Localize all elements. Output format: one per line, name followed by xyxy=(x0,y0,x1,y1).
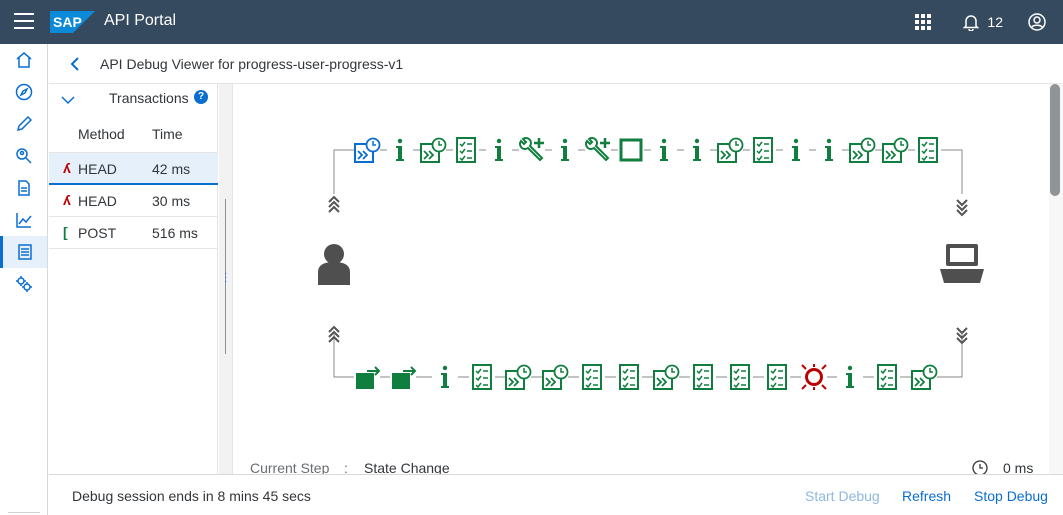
compass-icon[interactable] xyxy=(0,76,47,108)
method-column-header[interactable]: Method xyxy=(78,126,125,142)
checklist-policy-icon[interactable] xyxy=(579,364,605,390)
checklist-policy-icon[interactable] xyxy=(690,364,716,390)
help-icon[interactable]: ? xyxy=(194,90,208,104)
notification-count[interactable]: 12 xyxy=(987,14,1003,30)
bell-icon[interactable] xyxy=(959,10,983,34)
menu-icon[interactable] xyxy=(14,13,34,31)
transaction-time: 30 ms xyxy=(152,193,191,209)
sap-logo: SAP xyxy=(50,11,95,33)
checklist-policy-icon[interactable] xyxy=(750,137,776,163)
info-policy-icon[interactable] xyxy=(432,364,458,390)
history-clock-icon xyxy=(972,460,988,474)
transactions-panel: Transactions ? Method Time ʎ HEAD 42 ms … xyxy=(49,84,218,474)
checklist-nav-icon[interactable] xyxy=(0,236,47,268)
brand-text: SAP xyxy=(53,14,82,30)
stop-debug-button[interactable]: Stop Debug xyxy=(974,488,1048,504)
client-person-icon[interactable] xyxy=(318,244,350,285)
search-people-icon[interactable] xyxy=(0,140,47,172)
page-title: API Debug Viewer for progress-user-progr… xyxy=(100,56,404,72)
flow-arrow-policy-icon[interactable] xyxy=(354,364,381,390)
transaction-row[interactable]: [ POST 516 ms xyxy=(49,217,218,249)
start-debug-button[interactable]: Start Debug xyxy=(805,488,880,504)
settings-icon[interactable] xyxy=(0,268,47,300)
clock-policy-policy-icon[interactable] xyxy=(849,137,876,163)
current-step-colon: : xyxy=(344,460,348,474)
elapsed-time: 0 ms xyxy=(1003,460,1034,474)
transaction-time: 516 ms xyxy=(152,225,198,241)
analytics-icon[interactable] xyxy=(0,204,47,236)
nav-divider xyxy=(8,512,40,513)
checklist-policy-icon[interactable] xyxy=(453,137,479,163)
pencil-icon[interactable] xyxy=(0,108,47,140)
info-policy-icon[interactable] xyxy=(783,137,809,163)
response-path-line xyxy=(333,334,963,378)
error-status-icon: ʎ xyxy=(63,192,71,208)
checklist-policy-icon[interactable] xyxy=(469,364,495,390)
checklist-policy-icon[interactable] xyxy=(727,364,753,390)
transaction-method: HEAD xyxy=(78,161,117,177)
transaction-row[interactable]: ʎ HEAD 42 ms xyxy=(49,153,218,185)
chevron-down-icon[interactable] xyxy=(61,93,75,107)
info-policy-icon[interactable] xyxy=(552,137,578,163)
clock-policy-policy-icon[interactable] xyxy=(354,137,381,163)
refresh-button[interactable]: Refresh xyxy=(902,488,951,504)
back-arrow-icon[interactable] xyxy=(67,55,85,73)
home-icon[interactable] xyxy=(0,44,47,76)
debug-session-message: Debug session ends in 8 mins 45 secs xyxy=(72,488,311,504)
error-target-policy-icon[interactable] xyxy=(801,364,827,390)
shell-actions: 12 xyxy=(911,10,1049,34)
info-policy-icon[interactable] xyxy=(651,137,677,163)
debug-flow-canvas: Current Step : State Change 0 ms xyxy=(234,84,1049,474)
transactions-title: Transactions xyxy=(109,90,189,106)
laptop-icon[interactable] xyxy=(940,244,984,283)
current-step-value: State Change xyxy=(364,460,450,474)
vertical-scrollbar[interactable] xyxy=(1049,84,1063,474)
clock-policy-policy-icon[interactable] xyxy=(653,364,680,390)
tool-plus-policy-icon[interactable] xyxy=(519,137,545,163)
flow-arrow-policy-icon[interactable] xyxy=(390,364,417,390)
transaction-time: 42 ms xyxy=(152,161,191,177)
app-title: API Portal xyxy=(104,12,177,29)
flow-diagram xyxy=(318,137,984,390)
info-policy-icon[interactable] xyxy=(486,137,512,163)
transaction-row[interactable]: ʎ HEAD 30 ms xyxy=(49,185,218,217)
user-avatar-icon[interactable] xyxy=(1025,10,1049,34)
clock-policy-policy-icon[interactable] xyxy=(911,364,938,390)
footer-bar: Debug session ends in 8 mins 45 secs Sta… xyxy=(49,474,1063,515)
clock-policy-policy-icon[interactable] xyxy=(717,137,744,163)
transaction-method: POST xyxy=(78,225,117,241)
checklist-policy-icon[interactable] xyxy=(874,364,900,390)
checklist-policy-icon[interactable] xyxy=(616,364,642,390)
info-policy-icon[interactable] xyxy=(684,137,710,163)
clock-policy-policy-icon[interactable] xyxy=(882,137,909,163)
tool-plus-policy-icon[interactable] xyxy=(585,137,611,163)
clock-policy-policy-icon[interactable] xyxy=(505,364,532,390)
info-policy-icon[interactable] xyxy=(837,364,863,390)
scrollbar-thumb[interactable] xyxy=(1050,84,1060,196)
success-status-icon: [ xyxy=(63,224,68,240)
square-policy-icon[interactable] xyxy=(618,137,644,163)
panel-splitter[interactable]: · · · xyxy=(219,84,233,474)
transaction-method: HEAD xyxy=(78,193,117,209)
clock-policy-policy-icon[interactable] xyxy=(420,137,447,163)
app-grid-icon[interactable] xyxy=(911,10,935,34)
time-column-header[interactable]: Time xyxy=(152,126,183,142)
splitter-grip-icon[interactable]: · · · xyxy=(224,269,227,287)
clock-policy-policy-icon[interactable] xyxy=(542,364,569,390)
info-policy-icon[interactable] xyxy=(816,137,842,163)
checklist-policy-icon[interactable] xyxy=(915,137,941,163)
document-icon[interactable] xyxy=(0,172,47,204)
side-navigation xyxy=(0,44,48,515)
page-header: API Debug Viewer for progress-user-progr… xyxy=(49,44,1063,84)
current-step-label: Current Step xyxy=(250,460,330,474)
info-policy-icon[interactable] xyxy=(387,137,413,163)
checklist-policy-icon[interactable] xyxy=(764,364,790,390)
error-status-icon: ʎ xyxy=(63,160,71,176)
transactions-header: Transactions ? xyxy=(49,84,218,116)
shell-bar: SAP API Portal 12 xyxy=(0,0,1063,44)
